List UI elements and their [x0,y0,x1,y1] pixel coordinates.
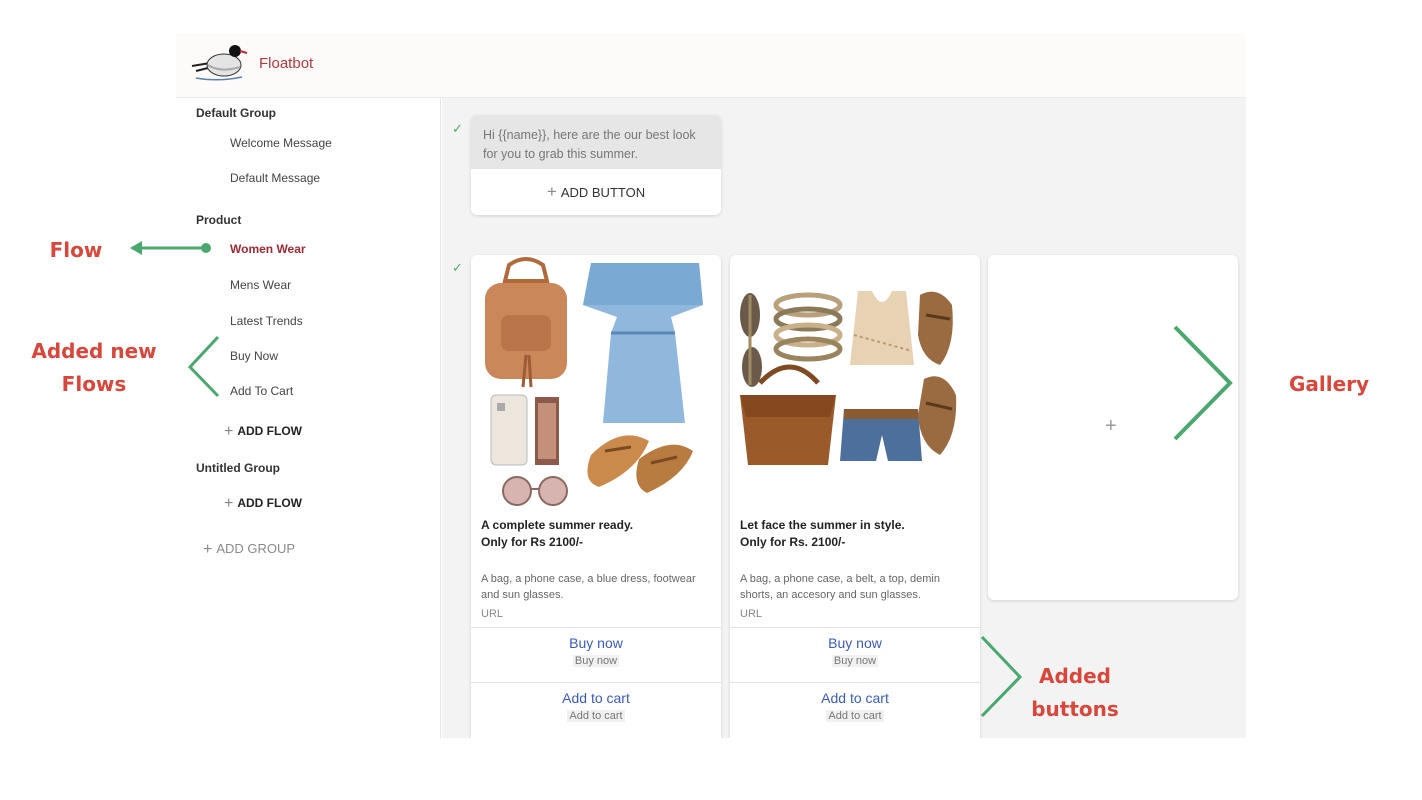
annotation-line-1: Added new [31,339,157,363]
annotation-gallery: Gallery [1288,372,1370,396]
annotation-line-2: Flows [61,372,127,396]
annotation-line-1: Added [1039,664,1111,688]
flow-arrow [130,241,211,255]
annotation-flow: Flow [49,238,103,262]
added-buttons-chevron [980,635,1023,718]
annotation-overlay [130,241,1233,718]
gallery-chevron [1173,325,1233,441]
annotation-added-buttons: Added buttons [1020,660,1130,726]
annotation-line-2: buttons [1031,697,1119,721]
added-flows-chevron [187,335,220,398]
annotation-added-new-flows: Added new Flows [24,335,164,401]
